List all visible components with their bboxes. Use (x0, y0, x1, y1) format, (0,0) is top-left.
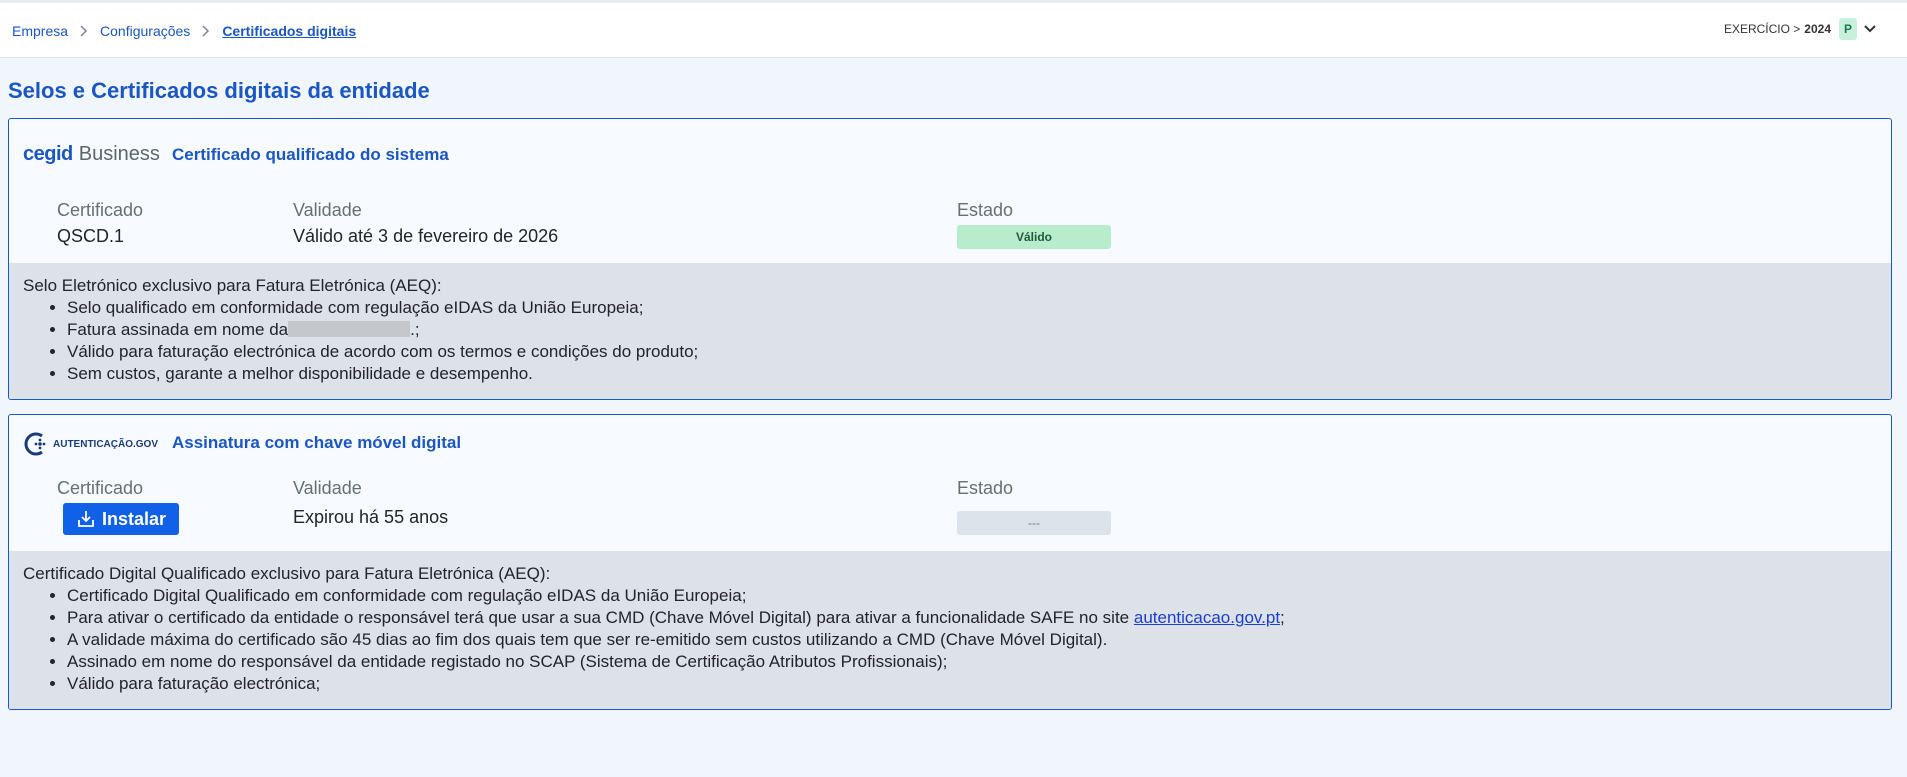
list-item: Selo qualificado em conformidade com reg… (67, 297, 1877, 319)
chevron-right-icon (190, 25, 222, 37)
bullet-text: Fatura assinada em nome da (67, 320, 289, 339)
status-label: Estado (957, 200, 1014, 220)
card-title: Assinatura com chave móvel digital (172, 433, 462, 452)
brand-cegid: cegid (23, 143, 73, 165)
bullet-suffix: ; (1280, 608, 1285, 627)
page-title: Selos e Certificados digitais da entidad… (8, 78, 430, 103)
breadcrumb-empresa[interactable]: Empresa (12, 23, 68, 39)
status-badge: Válido (957, 225, 1111, 249)
certificate-value: QSCD.1 (57, 226, 125, 246)
install-label: Instalar (101, 508, 167, 529)
info-title: Certificado Digital Qualificado exclusiv… (23, 564, 551, 583)
cegid-business-logo: cegid Business (23, 143, 160, 166)
chevron-down-icon[interactable] (1863, 24, 1877, 34)
download-icon (78, 511, 94, 527)
breadcrumb-certificados[interactable]: Certificados digitais (222, 23, 356, 39)
validity-label: Validade (293, 478, 362, 498)
info-list: Selo qualificado em conformidade com reg… (67, 297, 1877, 385)
validity-label: Validade (293, 200, 362, 220)
list-item: Assinado em nome do responsável da entid… (67, 651, 1877, 673)
system-certificate-card: cegid Business Certificado qualificado d… (8, 118, 1892, 400)
autenticacao-gov-logo: AUTENTICAÇÃO.GOV (23, 431, 158, 457)
list-item: A validade máxima do certificado são 45 … (67, 629, 1877, 651)
bullet-text: Para ativar o certificado da entidade o … (67, 608, 1130, 627)
chevron-right-icon (68, 25, 100, 37)
autenticacao-gov-icon (24, 432, 46, 456)
validity-value: Expirou há 55 anos (293, 507, 449, 527)
autenticacao-link[interactable]: autenticacao.gov.pt (1134, 608, 1280, 627)
info-title: Selo Eletrónico exclusivo para Fatura El… (23, 276, 442, 295)
info-panel: Certificado Digital Qualificado exclusiv… (9, 551, 1891, 709)
list-item: Sem custos, garante a melhor disponibili… (67, 363, 1877, 385)
cmd-certificate-card: AUTENTICAÇÃO.GOV Assinatura com chave mó… (8, 414, 1892, 710)
list-item: Para ativar o certificado da entidade o … (67, 607, 1877, 629)
list-item: Válido para faturação electrónica; (67, 673, 1877, 695)
list-item: Certificado Digital Qualificado em confo… (67, 585, 1877, 607)
breadcrumb-configuracoes[interactable]: Configurações (100, 23, 190, 39)
exercise-selector[interactable]: EXERCÍCIO > 2024 P (1724, 18, 1877, 40)
list-item: Fatura assinada em nome da.; (67, 319, 1877, 341)
info-panel: Selo Eletrónico exclusivo para Fatura El… (9, 263, 1891, 399)
validity-value: Válido até 3 de fevereiro de 2026 (293, 226, 559, 246)
brand-business: Business (78, 143, 160, 165)
certificate-label: Certificado (57, 200, 144, 220)
status-label: Estado (957, 478, 1014, 498)
install-button[interactable]: Instalar (63, 503, 179, 535)
exercise-year: 2024 (1804, 22, 1831, 36)
bullet-suffix: .; (410, 320, 420, 339)
card-title: Certificado qualificado do sistema (172, 145, 449, 164)
breadcrumb: Empresa Configurações Certificados digit… (12, 23, 356, 39)
list-item: Válido para faturação electrónica de aco… (67, 341, 1877, 363)
brand-autenticacao: AUTENTICAÇÃO.GOV (53, 438, 158, 450)
exercise-badge: P (1839, 18, 1857, 40)
info-list: Certificado Digital Qualificado em confo… (67, 585, 1877, 695)
exercise-label: EXERCÍCIO > (1723, 22, 1801, 36)
top-bar: Empresa Configurações Certificados digit… (0, 0, 1907, 58)
redacted-entity-name (288, 321, 411, 337)
certificate-label: Certificado (57, 478, 144, 498)
status-badge: --- (957, 511, 1111, 535)
